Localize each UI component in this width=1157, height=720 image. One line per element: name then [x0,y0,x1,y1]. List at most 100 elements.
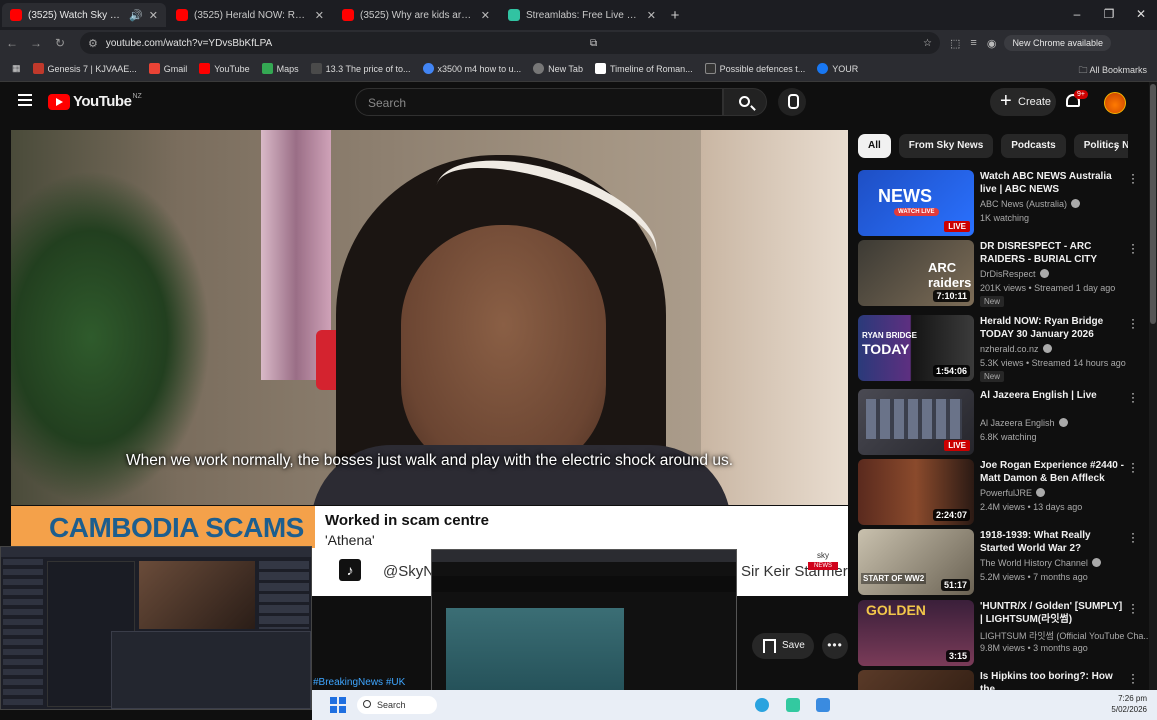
youtube-logo[interactable]: YouTube NZ [48,93,142,110]
bookmark-item[interactable]: Maps [261,63,299,74]
video-thumbnail[interactable]: ARC raiders 7:10:11 [858,240,974,306]
channel-name[interactable]: LIGHTSUM 라잇썸 (Official YouTube Cha... [980,629,1157,642]
video-thumbnail[interactable]: RYAN BRIDGE TODAY 1:54:06 [858,315,974,381]
update-chrome-button[interactable]: New Chrome available [1004,35,1111,51]
new-tab-button[interactable]: + [664,7,686,24]
more-options-icon[interactable]: · · · [1130,238,1136,258]
recommendation-item[interactable]: NEWS WATCH LIVE LIVE Watch ABC NEWS Austral… [858,168,1148,238]
forward-icon[interactable]: → [24,36,48,50]
voice-search-icon[interactable] [778,88,806,116]
recommendation-item[interactable]: 2:24:07 Joe Rogan Experience #2440 - Matt… [858,457,1148,527]
channel-name-text: ABC News (Australia) [980,199,1068,209]
video-thumbnail[interactable]: START OF WW2 51:17 [858,529,974,595]
more-options-icon[interactable]: · · · [1130,387,1136,407]
tvnz-window-preview[interactable] [431,549,737,713]
recommendation-item[interactable]: ARC raiders 7:10:11 DR DISRESPECT - ARC RA… [858,238,1148,308]
tab-title: Streamlabs: Free Live Streaming [526,9,641,21]
more-actions-icon[interactable]: ••• [822,633,848,659]
bookmark-item[interactable]: YOUR [817,63,858,74]
more-options-icon[interactable]: · · · [1130,313,1136,333]
browser-tab[interactable]: (3525) Watch Sky News - Yo 🔊 ✕ [2,3,166,27]
channel-name[interactable]: The World History Channel [980,558,1101,568]
more-options-icon[interactable]: · · · [1130,168,1136,188]
bookmark-star-icon[interactable]: ☆ [923,38,932,49]
close-tab-icon[interactable]: ✕ [481,9,490,22]
bookmark-item[interactable]: New Tab [533,63,583,74]
windows-start-icon[interactable] [330,697,346,713]
browser-tab[interactable]: (3525) Why are kids are still go ✕ [334,3,498,27]
media-icon[interactable]: ≡ [970,37,976,49]
app-icon[interactable] [816,698,830,712]
app-icon[interactable] [786,698,800,712]
create-button[interactable]: Create [990,88,1056,116]
scrollbar-thumb[interactable] [1150,84,1156,324]
video-title[interactable]: Watch ABC NEWS Australia live | ABC NEWS [980,171,1125,196]
video-title[interactable]: 'HUNTR/X / Golden' [SUMPLY] | LIGHTSUM(라… [980,601,1125,626]
browser-tab[interactable]: Streamlabs: Free Live Streaming ✕ [500,3,664,27]
all-bookmarks-button[interactable]: 🗀 All Bookmarks [1078,63,1147,79]
close-tab-icon[interactable]: ✕ [647,9,656,22]
telegram-icon[interactable] [755,698,769,712]
video-hashtags[interactable]: #BreakingNews #UK [313,677,405,688]
video-title[interactable]: Joe Rogan Experience #2440 - Matt Damon … [980,460,1125,485]
save-button[interactable]: Save [752,633,814,659]
close-tab-icon[interactable]: ✕ [149,9,158,22]
channel-name[interactable]: DrDisRespect [980,269,1049,279]
recommendation-item[interactable]: RYAN BRIDGE TODAY 1:54:06 Herald NOW: Ryan … [858,313,1148,383]
bookmark-item[interactable]: x3500 m4 how to u... [422,63,521,74]
reload-icon[interactable]: ↻ [48,36,72,50]
recommendation-item[interactable]: LIVE Al Jazeera English | Live Al Jazeera … [858,387,1148,457]
search-input[interactable]: Search [355,88,723,116]
apps-grid-icon[interactable]: ▦ [12,63,21,74]
video-title[interactable]: Herald NOW: Ryan Bridge TODAY 30 January… [980,316,1125,341]
video-title[interactable]: DR DISRESPECT - ARC RAIDERS - BURIAL CIT… [980,241,1125,266]
video-title[interactable]: Al Jazeera English | Live [980,390,1125,403]
bookmark-item[interactable]: Gmail [148,63,187,74]
bookmark-item[interactable]: Genesis 7 | KJVAAE... [32,63,137,74]
more-options-icon[interactable]: · · · [1130,598,1136,618]
chip[interactable]: Politics Ne [1073,134,1128,158]
bookmark-item[interactable]: YouTube [199,63,250,74]
video-thumbnail[interactable]: GOLDEN 3:15 [858,600,974,666]
video-thumbnail[interactable]: 2:24:07 [858,459,974,525]
back-icon[interactable]: ← [0,36,24,50]
extensions-icon[interactable]: ⬚ [950,37,960,50]
install-icon[interactable]: ⧉ [590,38,597,49]
video-player[interactable]: When we work normally, the bosses just w… [11,130,848,505]
close-tab-icon[interactable]: ✕ [315,9,324,22]
site-info-icon[interactable]: ⚙ [88,37,98,50]
channel-name[interactable]: Al Jazeera English [980,418,1068,428]
channel-name[interactable]: ABC News (Australia) [980,199,1081,209]
menu-icon[interactable] [18,94,32,106]
streamlabs-window-preview[interactable] [0,546,312,710]
recommendation-item[interactable]: GOLDEN 3:15 'HUNTR/X / Golden' [SUMPLY] | … [858,598,1157,668]
bookmark-item[interactable]: 13.3 The price of to... [310,63,411,74]
more-options-icon[interactable]: · · · [1130,457,1136,477]
more-options-icon[interactable]: · · · [1130,527,1136,547]
search-button[interactable] [723,88,767,116]
browser-tab[interactable]: (3525) Herald NOW: Ryan Bridg ✕ [168,3,332,27]
volume-icon[interactable]: 🔊 [129,9,143,22]
bookmark-item[interactable]: Timeline of Roman... [594,63,693,74]
bookmark-item[interactable]: Possible defences t... [704,63,805,74]
channel-name[interactable]: PowerfulJRE [980,488,1046,498]
recommendation-item[interactable]: START OF WW2 51:17 1918-1939: What Really … [858,527,1148,597]
profile-icon[interactable]: ◉ [987,37,997,50]
address-bar[interactable]: ⚙ youtube.com/watch?v=YDvsBbKfLPA ⧉ ☆ [80,32,940,54]
video-thumbnail[interactable]: NEWS WATCH LIVE LIVE [858,170,974,236]
chip[interactable]: All [858,134,891,158]
more-options-icon[interactable]: · · · [1130,668,1136,688]
video-title[interactable]: 1918-1939: What Really Started World War… [980,530,1125,555]
video-thumbnail[interactable]: LIVE [858,389,974,455]
minimize-icon[interactable]: – [1061,0,1093,28]
chip[interactable]: From Sky News [898,134,994,158]
close-window-icon[interactable]: ✕ [1125,0,1157,28]
notifications-button[interactable]: 9+ [1064,90,1088,112]
taskbar-search[interactable]: Search [357,696,437,714]
avatar[interactable] [1104,92,1126,114]
scrollbar[interactable] [1149,82,1157,690]
maximize-icon[interactable]: ❐ [1093,0,1125,28]
chevron-right-icon[interactable]: › [1114,140,1118,155]
channel-name[interactable]: nzherald.co.nz [980,344,1052,354]
chip[interactable]: Podcasts [1001,134,1066,158]
